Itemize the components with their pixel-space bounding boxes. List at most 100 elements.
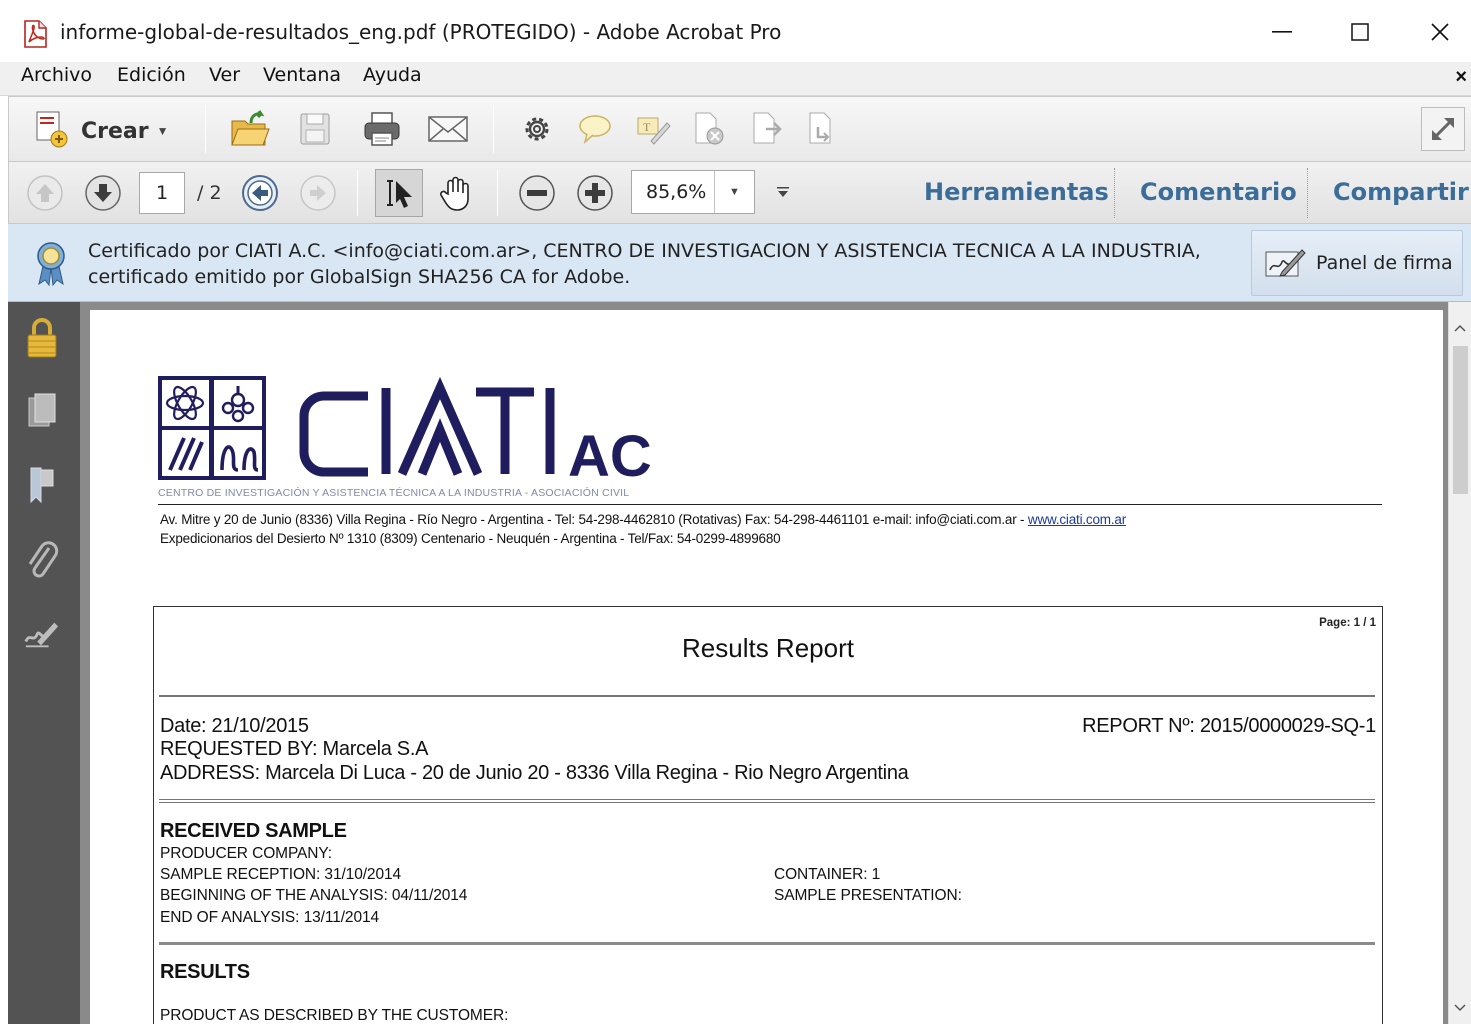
product-description: PRODUCT AS DESCRIBED BY THE CUSTOMER: <box>160 1007 509 1024</box>
save-button[interactable] <box>295 109 335 149</box>
results-heading: RESULTS <box>160 961 250 983</box>
container-count: CONTAINER: 1 <box>774 866 881 883</box>
zoom-in-button[interactable] <box>573 172 617 214</box>
settings-button[interactable] <box>517 111 557 147</box>
results-report-box: Page: 1 / 1 Results Report Date: 21/10/2… <box>153 606 1383 1024</box>
extract-page-button[interactable] <box>747 109 787 149</box>
certificate-message-line1: Certificado por CIATI A.C. <info@ciati.c… <box>88 240 1201 262</box>
toolbar-overflow-icon[interactable] <box>773 180 793 204</box>
pages-icon <box>28 393 56 427</box>
page-thumbnails-button[interactable] <box>24 392 60 432</box>
speech-bubble-icon <box>579 115 611 145</box>
tab-herramientas[interactable]: Herramientas <box>924 178 1109 206</box>
requested-by: REQUESTED BY: Marcela S.A <box>160 738 429 760</box>
page-total: / 2 <box>197 182 222 204</box>
menu-archivo[interactable]: Archivo <box>21 64 92 86</box>
email-button[interactable] <box>425 109 471 149</box>
producer-company: PRODUCER COMPANY: <box>160 845 332 862</box>
pdf-page: AC CENTRO DE INVESTIGACIÓN Y ASISTENCIA … <box>90 310 1443 1024</box>
menu-ventana[interactable]: Ventana <box>263 64 341 86</box>
tab-comentario[interactable]: Comentario <box>1140 178 1297 206</box>
scrollbar-thumb[interactable] <box>1453 346 1468 494</box>
open-folder-icon <box>231 110 270 146</box>
tab-compartir[interactable]: Compartir <box>1333 178 1469 206</box>
previous-page-button[interactable] <box>23 172 67 214</box>
scroll-down-icon[interactable] <box>1453 1002 1467 1016</box>
full-screen-button[interactable] <box>1421 107 1465 151</box>
arrow-left-circle-icon <box>242 175 278 211</box>
lock-icon <box>27 318 57 358</box>
comment-button[interactable] <box>575 111 615 147</box>
report-date: Date: 21/10/2015 <box>160 715 309 737</box>
paperclip-icon <box>28 541 59 578</box>
window-title: informe-global-de-resultados_eng.pdf (PR… <box>60 20 782 44</box>
gear-icon <box>525 117 549 141</box>
chevron-down-icon[interactable]: ▼ <box>714 171 754 213</box>
signature-panel-button[interactable]: Panel de firma <box>1251 230 1463 296</box>
signatures-button[interactable] <box>24 614 60 654</box>
rotate-page-button[interactable] <box>803 109 843 149</box>
highlight-text-button[interactable]: T <box>633 111 673 147</box>
hand-tool-button[interactable] <box>433 170 479 216</box>
close-document-button[interactable]: × <box>1455 66 1467 89</box>
create-button[interactable]: Crear ▼ <box>31 111 169 151</box>
vertical-scrollbar[interactable] <box>1448 302 1471 1024</box>
header-rule <box>158 504 1382 505</box>
signature-pen-icon <box>1265 249 1306 277</box>
maximize-button[interactable] <box>1340 14 1380 50</box>
toolbar-divider <box>497 170 498 216</box>
zoom-select[interactable]: 85,6% ▼ <box>631 170 755 214</box>
text-select-cursor-icon <box>387 180 412 208</box>
section-divider <box>159 799 1375 803</box>
certificate-ribbon-icon <box>34 240 68 291</box>
signature-panel-label: Panel de firma <box>1316 252 1453 274</box>
chevron-down-icon: ▼ <box>156 124 169 138</box>
menu-ayuda[interactable]: Ayuda <box>363 64 422 86</box>
previous-view-button[interactable] <box>238 172 282 214</box>
client-address: ADDRESS: Marcela Di Luca - 20 de Junio 2… <box>160 762 909 784</box>
main-toolbar: Crear ▼ T <box>8 96 1471 162</box>
select-tool-button[interactable] <box>375 169 423 217</box>
bookmarks-button[interactable] <box>24 466 60 506</box>
next-page-button[interactable] <box>81 172 125 214</box>
title-bar: informe-global-de-resultados_eng.pdf (PR… <box>0 0 1471 62</box>
create-label: Crear <box>81 118 149 144</box>
sample-reception: SAMPLE RECEPTION: 31/10/2014 <box>160 866 402 883</box>
plus-circle-icon <box>577 175 613 211</box>
page-label: Page: 1 / 1 <box>1319 617 1376 629</box>
acrobat-pdf-icon <box>22 20 50 48</box>
scroll-up-icon[interactable] <box>1453 322 1467 336</box>
section-divider <box>159 695 1375 697</box>
open-folder-button[interactable] <box>227 107 273 151</box>
expand-icon <box>1431 117 1455 141</box>
minimize-button[interactable] <box>1262 14 1302 50</box>
address-line-2: Expedicionarios del Desierto Nº 1310 (83… <box>160 531 781 546</box>
page-number-input[interactable]: 1 <box>139 172 185 214</box>
ciati-logo: AC <box>158 376 758 493</box>
delete-page-button[interactable] <box>689 109 729 149</box>
arrow-down-circle-icon <box>85 175 121 211</box>
envelope-icon <box>428 116 468 142</box>
highlight-pen-icon: T <box>637 117 671 145</box>
ciati-emblem-icon <box>158 376 266 480</box>
tab-divider <box>1114 168 1115 218</box>
zoom-out-button[interactable] <box>515 172 559 214</box>
website-link[interactable]: www.ciati.com.ar <box>1028 512 1126 527</box>
create-pdf-icon <box>31 109 71 154</box>
menu-ver[interactable]: Ver <box>209 64 240 86</box>
attachments-button[interactable] <box>24 540 60 580</box>
tab-divider <box>1307 168 1308 218</box>
certificate-message: Certificado por CIATI A.C. <info@ciati.c… <box>88 238 1228 290</box>
logo-suffix: AC <box>568 424 652 488</box>
report-number: REPORT Nº: 2015/0000029-SQ-1 <box>1082 715 1376 737</box>
section-divider <box>159 942 1375 945</box>
menu-edicion[interactable]: Edición <box>117 64 186 86</box>
security-settings-button[interactable] <box>24 318 60 358</box>
print-button[interactable] <box>359 107 405 151</box>
address-line-1: Av. Mitre y 20 de Junio (8336) Villa Reg… <box>160 512 1126 527</box>
toolbar-divider <box>357 170 358 216</box>
navigation-toolbar: 1 / 2 85,6% ▼ Herramientas Comentario Co… <box>8 162 1471 224</box>
close-window-button[interactable] <box>1420 14 1460 50</box>
next-view-button[interactable] <box>296 172 340 214</box>
zoom-value: 85,6% <box>646 181 707 203</box>
